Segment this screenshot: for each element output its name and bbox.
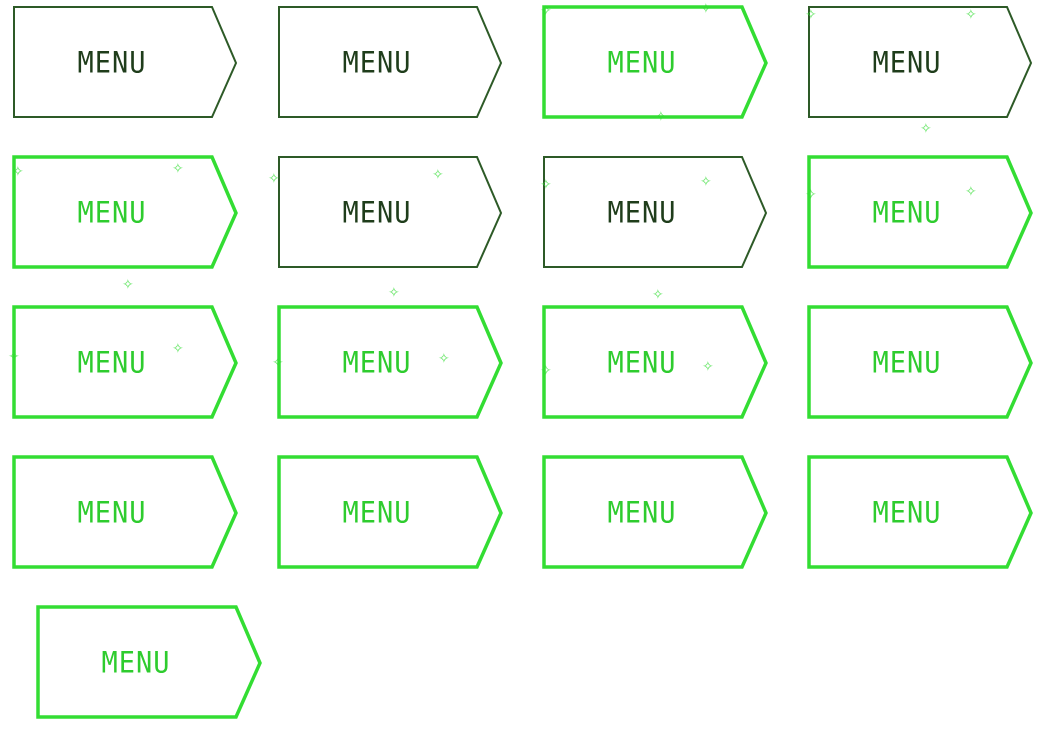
menu-button-17[interactable]: MENU <box>36 605 264 721</box>
menu-button-12[interactable]: MENU <box>807 305 1035 421</box>
menu-button-label: MENU <box>342 496 412 530</box>
menu-button-7[interactable]: MENU <box>542 155 770 271</box>
menu-button-8[interactable]: MENU <box>807 155 1035 271</box>
menu-button-label: MENU <box>872 346 942 380</box>
menu-button-label: MENU <box>342 196 412 230</box>
menu-button-label: MENU <box>872 46 942 80</box>
menu-button-15[interactable]: MENU <box>542 455 770 571</box>
menu-button-2[interactable]: MENU <box>277 5 505 121</box>
menu-button-label: MENU <box>872 496 942 530</box>
menu-button-label: MENU <box>607 496 677 530</box>
menu-button-16[interactable]: MENU <box>807 455 1035 571</box>
menu-button-14[interactable]: MENU <box>277 455 505 571</box>
menu-button-11[interactable]: MENU <box>542 305 770 421</box>
menu-button-6[interactable]: MENU <box>277 155 505 271</box>
menu-button-label: MENU <box>872 196 942 230</box>
menu-button-label: MENU <box>77 346 147 380</box>
menu-button-label: MENU <box>607 46 677 80</box>
menu-button-label: MENU <box>77 496 147 530</box>
menu-button-label: MENU <box>101 646 171 680</box>
menu-button-label: MENU <box>607 196 677 230</box>
menu-button-13[interactable]: MENU <box>12 455 240 571</box>
menu-button-9[interactable]: MENU <box>12 305 240 421</box>
menu-button-label: MENU <box>607 346 677 380</box>
menu-button-label: MENU <box>342 346 412 380</box>
menu-button-1[interactable]: MENU <box>12 5 240 121</box>
menu-button-5[interactable]: MENU <box>12 155 240 271</box>
menu-button-label: MENU <box>77 46 147 80</box>
sparkle-icon: ✧ <box>122 277 134 293</box>
menu-button-label: MENU <box>342 46 412 80</box>
menu-button-4[interactable]: MENU <box>807 5 1035 121</box>
menu-button-10[interactable]: MENU <box>277 305 505 421</box>
menu-button-3[interactable]: MENU <box>542 5 770 121</box>
menu-button-label: MENU <box>77 196 147 230</box>
sparkle-icon: ✧ <box>388 285 400 301</box>
